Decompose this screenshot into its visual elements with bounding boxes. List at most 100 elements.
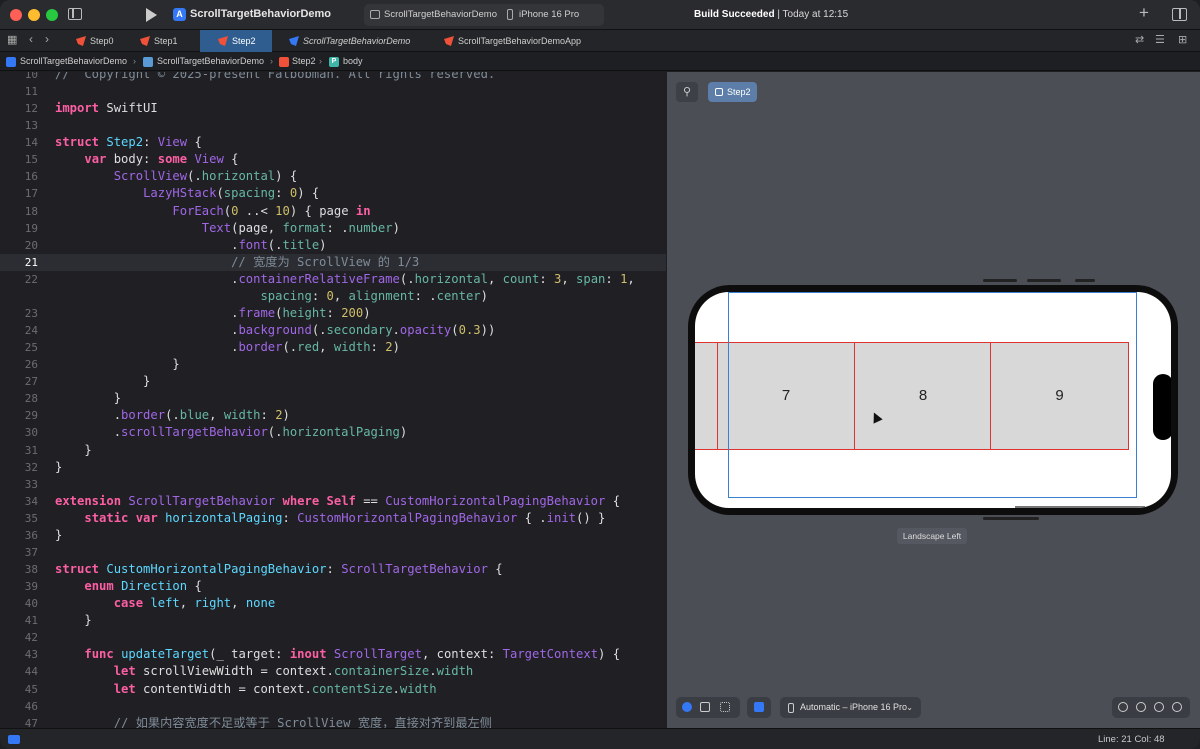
code-line[interactable]: 17 LazyHStack(spacing: 0) {	[0, 185, 666, 202]
code-line[interactable]: 21 // 宽度为 ScrollView 的 1/3	[0, 253, 666, 271]
code-line[interactable]: spacing: 0, alignment: .center)	[0, 288, 666, 305]
code-line[interactable]: 47 // 如果内容宽度不足或等于 ScrollView 宽度，直接对齐到最左侧	[0, 715, 666, 728]
back-icon[interactable]: ‹	[29, 32, 33, 46]
code-line[interactable]: 27 }	[0, 373, 666, 390]
code-line[interactable]: 46	[0, 698, 666, 715]
code-line[interactable]: 16 ScrollView(.horizontal) {	[0, 168, 666, 185]
code-line[interactable]: 31 }	[0, 442, 666, 459]
zoom-in-icon[interactable]	[1154, 702, 1164, 712]
code-line[interactable]: 43 func updateTarget(_ target: inout Scr…	[0, 646, 666, 663]
forward-icon[interactable]: ›	[45, 32, 49, 46]
line-number: 30	[24, 426, 38, 440]
preview-canvas: ⚲ Step2 7 8 9 Landscape Left Automatic –…	[667, 72, 1200, 728]
code-line[interactable]: 37	[0, 544, 666, 561]
code-token: var	[84, 152, 107, 167]
run-button[interactable]	[146, 8, 157, 22]
pin-icon[interactable]: ⚲	[676, 82, 698, 102]
code-token: TargetContext	[502, 647, 599, 662]
sidebar-toggle-icon[interactable]	[68, 8, 82, 20]
code-line[interactable]: 44 let scrollViewWidth = context.contain…	[0, 663, 666, 680]
code-text: .font(.title)	[55, 237, 326, 254]
code-line[interactable]: 18 ForEach(0 ..< 10) { page in	[0, 203, 666, 220]
variants-icon[interactable]	[720, 702, 730, 712]
line-number: 42	[24, 631, 38, 645]
zoom-out-icon[interactable]	[1118, 702, 1128, 712]
minimize-window-button[interactable]	[28, 9, 40, 21]
add-editor-icon[interactable]: ⊞	[1178, 33, 1187, 46]
code-token: struct	[55, 135, 100, 150]
zoom-to-fit-icon[interactable]	[1172, 702, 1182, 712]
code-line[interactable]: 26 }	[0, 356, 666, 373]
code-line[interactable]: 28 }	[0, 390, 666, 407]
code-token: blue	[179, 408, 210, 423]
code-token: :	[143, 135, 158, 150]
code-line[interactable]: 14 struct Step2: View {	[0, 134, 666, 151]
code-token: }	[55, 391, 122, 406]
code-line[interactable]: 10 // Copyright © 2025-present Fatbobman.…	[0, 72, 666, 83]
code-line[interactable]: 33	[0, 476, 666, 493]
line-number: 32	[24, 460, 38, 474]
code-token: let	[113, 664, 136, 679]
tab-scrolltargetbehaviordemo[interactable]: ScrollTargetBehaviorDemo	[285, 30, 425, 52]
code-token: }	[55, 527, 63, 542]
code-token: )	[282, 408, 290, 423]
scheme-selector[interactable]: ScrollTargetBehaviorDemo iPhone 16 Pro	[364, 4, 604, 26]
breadcrumb-folder[interactable]: ScrollTargetBehaviorDemo	[157, 56, 264, 66]
debug-area-toggle-icon[interactable]	[8, 735, 20, 744]
code-line[interactable]: 15 var body: some View {	[0, 151, 666, 168]
code-line[interactable]: 24 .background(.secondary.opacity(0.3))	[0, 322, 666, 339]
add-icon[interactable]: +	[1139, 4, 1149, 21]
code-text: // 宽度为 ScrollView 的 1/3	[55, 254, 419, 271]
device-selector[interactable]: Automatic – iPhone 16 Pro ⌄	[780, 697, 921, 718]
grid-icon[interactable]: ▦	[7, 33, 17, 46]
related-items-icon[interactable]: ⇄	[1135, 33, 1144, 46]
zoom-window-button[interactable]	[46, 9, 58, 21]
device-settings-button[interactable]	[747, 697, 771, 718]
code-line[interactable]: 23 .frame(height: 200)	[0, 305, 666, 322]
code-line[interactable]: 35 static var horizontalPaging: CustomHo…	[0, 510, 666, 527]
code-line[interactable]: 32}	[0, 459, 666, 476]
code-text: }	[55, 442, 91, 459]
live-mode-icon[interactable]	[682, 702, 692, 712]
inspector-toggle-icon[interactable]	[1172, 8, 1187, 21]
code-line[interactable]: 25 .border(.red, width: 2)	[0, 339, 666, 356]
preview-tab-step2[interactable]: Step2	[708, 82, 757, 102]
code-editor[interactable]: 10 // Copyright © 2025-present Fatbobman.…	[0, 72, 666, 728]
code-line[interactable]: 30 .scrollTargetBehavior(.horizontalPagi…	[0, 424, 666, 441]
selectable-mode-icon[interactable]	[700, 702, 710, 712]
code-line[interactable]: 34 extension ScrollTargetBehavior where S…	[0, 493, 666, 510]
code-line[interactable]: 40 case left, right, none	[0, 595, 666, 612]
line-number: 10	[24, 72, 38, 81]
code-line[interactable]: 38 struct CustomHorizontalPagingBehavior:…	[0, 561, 666, 578]
preview-mode-controls	[676, 697, 740, 718]
code-line[interactable]: 42	[0, 629, 666, 646]
code-line[interactable]: 29 .border(.blue, width: 2)	[0, 407, 666, 424]
code-token: {	[187, 135, 202, 150]
code-line[interactable]: 19 Text(page, format: .number)	[0, 220, 666, 237]
code-line[interactable]: 22 .containerRelativeFrame(.horizontal, …	[0, 271, 666, 288]
editor-options-icon[interactable]: ☰	[1155, 33, 1165, 46]
code-line[interactable]: 12 import SwiftUI	[0, 100, 666, 117]
code-line[interactable]: 39 enum Direction {	[0, 578, 666, 595]
code-line[interactable]: 45 let contentWidth = context.contentSiz…	[0, 681, 666, 698]
code-line[interactable]: 41 }	[0, 612, 666, 629]
code-line[interactable]: 36}	[0, 527, 666, 544]
breadcrumb-file[interactable]: Step2	[292, 56, 316, 66]
tab-step2[interactable]: Step2	[200, 30, 272, 52]
tab-step0[interactable]: Step0	[72, 30, 136, 52]
breadcrumb-symbol[interactable]: body	[343, 56, 363, 66]
tab-step1[interactable]: Step1	[136, 30, 200, 52]
tab-scrolltargetbehaviordemoapp[interactable]: ScrollTargetBehaviorDemoApp	[440, 30, 610, 52]
code-line[interactable]: 20 .font(.title)	[0, 237, 666, 254]
close-window-button[interactable]	[10, 9, 22, 21]
device-screen[interactable]: 7 8 9	[695, 292, 1171, 508]
zoom-actual-size-icon[interactable]	[1136, 702, 1146, 712]
code-text: enum Direction {	[55, 578, 201, 595]
code-token: ) {	[275, 169, 298, 184]
code-line[interactable]: 11	[0, 83, 666, 100]
code-token: 10	[275, 203, 290, 218]
code-line[interactable]: 13	[0, 117, 666, 134]
code-token: .	[55, 305, 239, 320]
breadcrumb-project[interactable]: ScrollTargetBehaviorDemo	[20, 56, 127, 66]
